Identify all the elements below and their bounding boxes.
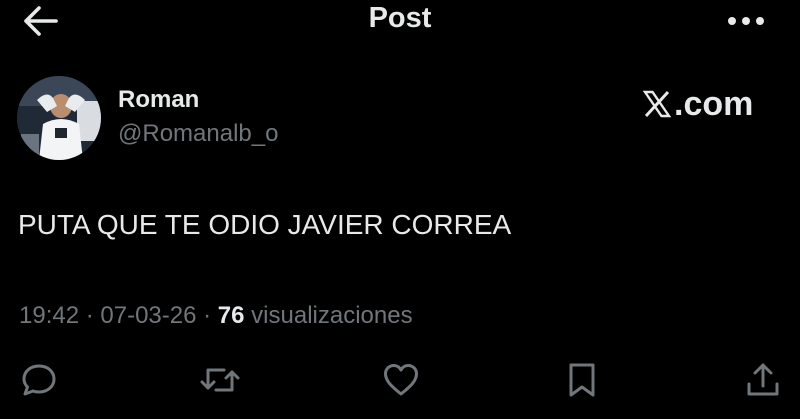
page-title: Post <box>368 2 432 34</box>
avatar[interactable] <box>17 76 101 160</box>
views-label: visualizaciones <box>251 302 413 329</box>
like-button[interactable] <box>379 358 423 402</box>
x-com-watermark: .com <box>642 84 753 124</box>
avatar-photo <box>17 76 101 160</box>
post-time[interactable]: 19:42 <box>19 302 79 329</box>
post-date[interactable]: 07-03-26 <box>100 302 196 329</box>
reply-icon <box>22 364 56 396</box>
reply-button[interactable] <box>17 358 61 402</box>
author-handle[interactable]: @Romanalb_o <box>118 120 278 148</box>
post-metadata: 19:42 · 07-03-26 · 76 visualizaciones <box>19 302 413 330</box>
views-count: 76 <box>217 302 245 329</box>
more-options-button[interactable] <box>722 8 770 36</box>
author-display-name[interactable]: Roman <box>118 86 199 114</box>
top-bar: Post <box>0 0 800 44</box>
meta-separator: · <box>196 302 218 329</box>
bookmark-icon <box>569 363 595 397</box>
more-horizontal-icon <box>728 17 764 25</box>
bookmark-button[interactable] <box>560 358 604 402</box>
x-logo-icon <box>642 90 672 118</box>
repost-button[interactable] <box>198 358 242 402</box>
heart-icon <box>384 364 418 396</box>
share-icon <box>747 363 779 396</box>
post-text: PUTA QUE TE ODIO JAVIER CORREA <box>18 209 512 240</box>
meta-separator: · <box>79 302 101 329</box>
watermark-text: .com <box>674 84 754 123</box>
share-button[interactable] <box>741 358 785 402</box>
repost-icon <box>200 368 240 392</box>
